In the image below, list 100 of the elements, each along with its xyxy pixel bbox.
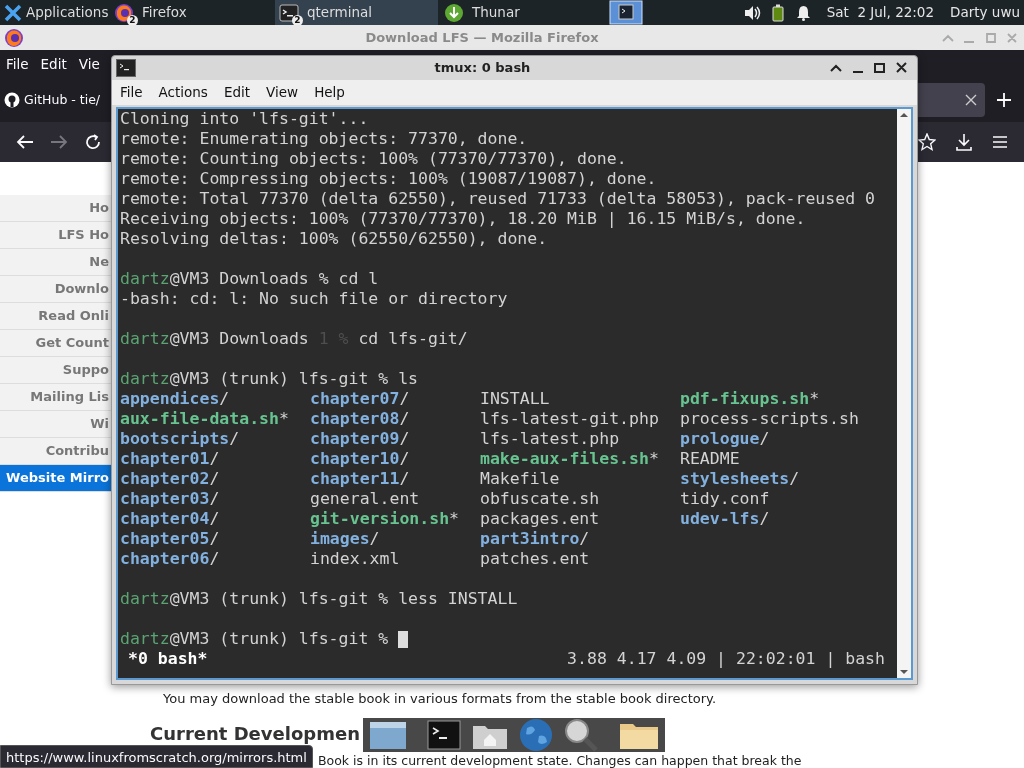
menu-item[interactable]: Edit: [40, 53, 67, 75]
sidebar-link[interactable]: Suppo: [0, 357, 111, 384]
terminal-line: dartz@VM3 (trunk) lfs-git % ls: [120, 369, 419, 389]
file-name: Makefile: [480, 469, 560, 488]
terminal-line: remote: Compressing objects: 100% (19087/19087), done.: [120, 169, 657, 189]
directory-name: part3intro/: [480, 529, 590, 548]
sidebar-link[interactable]: Contribu: [0, 438, 111, 465]
download-icon: [444, 2, 464, 23]
file-name: index.xml: [310, 549, 400, 568]
directory-name: appendices/: [120, 389, 230, 408]
file-name: lfs-latest-git.php: [480, 409, 659, 428]
bell-icon[interactable]: [795, 4, 811, 21]
directory-name: chapter01/: [120, 449, 220, 468]
count-badge: 2: [127, 14, 138, 26]
terminal-line: Resolving deltas: 100% (62550/62550), done.: [120, 229, 548, 249]
x-logo-icon: [4, 3, 22, 22]
close-icon[interactable]: [965, 94, 977, 106]
task-label: qterminal: [307, 3, 372, 23]
file-name: general.ent: [310, 489, 420, 508]
directory-name: chapter11/: [310, 469, 410, 488]
window-title: Download LFS — Mozilla Firefox: [365, 29, 599, 45]
taskbar-button[interactable]: 2 qterminal: [275, 0, 438, 25]
file-name: process-scripts.sh: [680, 409, 859, 428]
github-icon: [4, 92, 20, 108]
browser-icon: [4, 27, 24, 48]
tmux-status: 3.88 4.17 4.09 | 22:02:01 | bash: [567, 649, 885, 669]
menu-item[interactable]: Actions: [158, 82, 208, 103]
sidebar-link[interactable]: Read Onli: [0, 303, 111, 330]
sidebar-link[interactable]: Website Mirro: [0, 465, 111, 492]
sidebar-link[interactable]: Mailing Lis: [0, 384, 111, 411]
battery-icon[interactable]: [771, 3, 784, 22]
sidebar-link[interactable]: Downlo: [0, 276, 111, 303]
section-heading: Current Developmen: [150, 722, 360, 745]
directory-name: chapter02/: [120, 469, 220, 488]
download-icon[interactable]: [955, 133, 973, 151]
globe-icon[interactable]: [519, 718, 553, 752]
user-name[interactable]: Darty uwu: [950, 2, 1020, 23]
directory-name: chapter10/: [310, 449, 410, 468]
taskbar-button[interactable]: Thunar: [440, 0, 603, 25]
directory-name: chapter08/: [310, 409, 410, 428]
directory-name: chapter04/: [120, 509, 220, 528]
menu-item[interactable]: File: [6, 53, 29, 75]
file-name: make-aux-files.sh*: [480, 449, 659, 468]
directory-name: chapter05/: [120, 529, 220, 548]
file-name: patches.ent: [480, 549, 590, 568]
directory-name: udev-lfs/: [680, 509, 770, 528]
menu-icon[interactable]: [992, 135, 1008, 149]
sidebar-link[interactable]: Ne: [0, 249, 111, 276]
sidebar-link[interactable]: Get Count: [0, 330, 111, 357]
taskbar-button[interactable]: 2 Firefox: [110, 0, 273, 25]
file-name: INSTALL: [480, 389, 550, 408]
status-url: https://www.linuxfromscratch.org/mirrors.html: [0, 745, 313, 768]
forward-icon[interactable]: [50, 134, 68, 150]
window-icon[interactable]: [369, 720, 407, 750]
applications-menu[interactable]: Applications: [0, 0, 108, 25]
directory-name: chapter06/: [120, 549, 220, 568]
count-badge: 2: [292, 14, 303, 26]
file-name: obfuscate.sh: [480, 489, 600, 508]
clock[interactable]: Sat 2 Jul, 22:02: [826, 2, 935, 23]
browser-tab[interactable]: [918, 83, 985, 117]
search-icon[interactable]: [563, 718, 599, 752]
file-name: tidy.conf: [680, 489, 770, 508]
directory-name: prologue/: [680, 429, 770, 448]
terminal-line: dartz@VM3 (trunk) lfs-git %: [120, 629, 390, 649]
directory-name: chapter09/: [310, 429, 410, 448]
task-label: Thunar: [472, 3, 520, 23]
file-name: README: [680, 449, 740, 468]
file-name: aux-file-data.sh*: [120, 409, 289, 428]
star-icon[interactable]: [918, 133, 936, 151]
terminal-line: dartz@VM3 (trunk) lfs-git % less INSTALL: [120, 589, 518, 609]
workspace-pager-icon[interactable]: [609, 0, 643, 25]
window-title: tmux: 0 bash: [434, 60, 531, 76]
file-name: packages.ent: [480, 509, 600, 528]
menu-item[interactable]: View: [266, 82, 299, 103]
new-tab-icon[interactable]: [997, 93, 1011, 107]
scrollbar[interactable]: [897, 109, 911, 678]
menu-item[interactable]: Edit: [223, 82, 251, 103]
directory-name: images/: [310, 529, 380, 548]
terminal-line: -bash: cd: l: No such file or directory: [120, 289, 508, 309]
menu-item[interactable]: Vie: [78, 53, 100, 75]
reload-icon[interactable]: [84, 134, 102, 150]
sidebar-link[interactable]: Wi: [0, 411, 111, 438]
browser-tab[interactable]: GitHub - tie/: [0, 78, 111, 122]
back-icon[interactable]: [16, 134, 34, 150]
menu-item[interactable]: Help: [314, 82, 345, 103]
link[interactable]: stable book: [575, 691, 652, 706]
terminal-line: Receiving objects: 100% (77370/77370), 18.20 MiB | 16.15 MiB/s, done.: [120, 209, 806, 229]
terminal-line: remote: Enumerating objects: 77370, done.: [120, 129, 528, 149]
sidebar-link[interactable]: Ho: [0, 195, 111, 222]
tab-title: GitHub - tie/: [24, 90, 101, 109]
terminal-line: remote: Total 77370 (delta 62550), reused 71733 (delta 58053), pack-reused 0: [120, 189, 875, 209]
directory-name: bootscripts/: [120, 429, 240, 448]
paragraph: Book is in its current development state. Changes can happen that break the: [318, 752, 802, 768]
menu-item[interactable]: File: [120, 82, 143, 103]
directory-name: chapter03/: [120, 489, 220, 508]
task-label: Firefox: [142, 3, 187, 23]
terminal-icon[interactable]: [427, 720, 461, 750]
terminal-line: Cloning into 'lfs-git'...: [120, 109, 369, 129]
sidebar-link[interactable]: LFS Ho: [0, 222, 111, 249]
volume-icon[interactable]: [743, 4, 762, 21]
